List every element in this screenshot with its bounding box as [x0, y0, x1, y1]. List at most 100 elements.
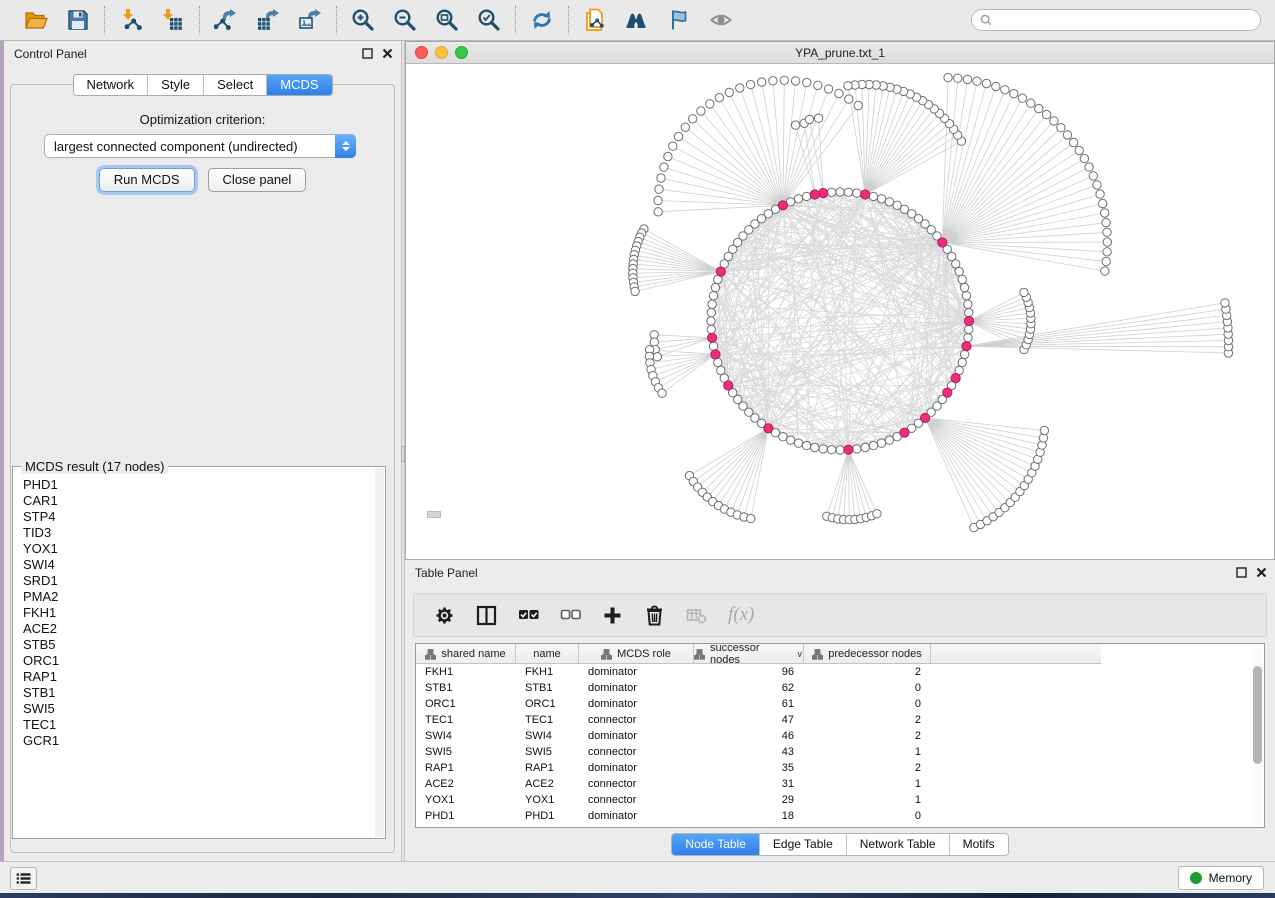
mcds-hub-node[interactable]	[844, 445, 853, 454]
mcds-hub-node[interactable]	[724, 381, 733, 390]
tab-style[interactable]: Style	[148, 75, 204, 95]
binoculars-icon[interactable]	[623, 6, 651, 34]
import-table-icon[interactable]	[159, 6, 187, 34]
table-cell: STB1	[416, 680, 516, 696]
refresh-icon[interactable]	[528, 6, 556, 34]
mcds-result-scrollbar[interactable]	[375, 468, 384, 837]
mcds-result-node[interactable]: SWI5	[14, 701, 375, 717]
horizontal-splitter-grip[interactable]	[427, 511, 441, 518]
mcds-hub-node[interactable]	[943, 388, 952, 397]
export-image-icon[interactable]	[296, 6, 324, 34]
memory-button[interactable]: Memory	[1178, 866, 1264, 890]
mcds-hub-node[interactable]	[938, 238, 947, 247]
close-panel-icon[interactable]	[1256, 567, 1267, 578]
export-network-icon[interactable]	[212, 6, 240, 34]
table-row[interactable]: TEC1TEC1connector472	[416, 712, 1264, 728]
mcds-hub-node[interactable]	[921, 413, 930, 422]
mcds-hub-node[interactable]	[964, 316, 973, 325]
table-scrollbar-thumb[interactable]	[1253, 666, 1262, 764]
mcds-hub-node[interactable]	[764, 424, 773, 433]
mcds-result-node[interactable]: FKH1	[14, 605, 375, 621]
zoom-out-icon[interactable]	[391, 6, 419, 34]
table-row[interactable]: ACE2ACE2connector311	[416, 776, 1264, 792]
mcds-result-node[interactable]: SWI4	[14, 557, 375, 573]
delete-column-icon[interactable]	[644, 605, 665, 626]
mcds-hub-node[interactable]	[778, 201, 787, 210]
column-header-name[interactable]: name	[516, 644, 579, 664]
float-panel-icon[interactable]	[1236, 567, 1247, 578]
tab-network[interactable]: Network	[73, 75, 148, 95]
zoom-in-icon[interactable]	[349, 6, 377, 34]
show-columns-icon[interactable]	[476, 605, 497, 626]
table-row[interactable]: PHD1PHD1dominator180	[416, 808, 1264, 824]
column-header-successor-nodes[interactable]: successor nodes∨	[694, 644, 804, 664]
close-panel-button[interactable]: Close panel	[208, 168, 307, 192]
table-scrollbar-track[interactable]	[1253, 646, 1262, 825]
tab-node-table[interactable]: Node Table	[672, 834, 760, 855]
mcds-result-node[interactable]: TEC1	[14, 717, 375, 733]
mcds-result-node[interactable]: SRD1	[14, 573, 375, 589]
table-row[interactable]: RAP1RAP1dominator352	[416, 760, 1264, 776]
mcds-result-node[interactable]: STB5	[14, 637, 375, 653]
export-table-icon[interactable]	[254, 6, 282, 34]
mcds-result-node[interactable]: TID3	[14, 525, 375, 541]
mcds-result-node[interactable]: PHD1	[14, 477, 375, 493]
table-row[interactable]: SWI5SWI5connector431	[416, 744, 1264, 760]
run-mcds-button[interactable]: Run MCDS	[99, 168, 195, 192]
mcds-result-node[interactable]: YOX1	[14, 541, 375, 557]
network-graph[interactable]	[406, 64, 1274, 559]
import-network-icon[interactable]	[117, 6, 145, 34]
network-window-titlebar: YPA_prune.txt_1	[406, 42, 1274, 64]
mcds-result-node[interactable]: STB1	[14, 685, 375, 701]
mcds-hub-node[interactable]	[951, 374, 960, 383]
tab-edge-table[interactable]: Edge Table	[760, 834, 847, 855]
mcds-result-node[interactable]: STP4	[14, 509, 375, 525]
mcds-hub-node[interactable]	[819, 189, 828, 198]
settings-gear-icon[interactable]	[434, 605, 455, 626]
mcds-result-node[interactable]: GCR1	[14, 733, 375, 749]
column-header-MCDS-role[interactable]: MCDS role	[579, 644, 694, 664]
mcds-hub-node[interactable]	[861, 190, 870, 199]
zoom-fit-icon[interactable]	[433, 6, 461, 34]
unselect-all-icon[interactable]	[560, 605, 581, 626]
mcds-hub-node[interactable]	[708, 333, 717, 342]
table-row[interactable]: ORC1ORC1dominator610	[416, 696, 1264, 712]
float-panel-icon[interactable]	[362, 48, 373, 59]
mcds-hub-node[interactable]	[711, 350, 720, 359]
table-row[interactable]: FKH1FKH1dominator962	[416, 664, 1264, 680]
mcds-hub-node[interactable]	[810, 190, 819, 199]
zoom-selected-icon[interactable]	[475, 6, 503, 34]
table-row[interactable]: STB1STB1dominator620	[416, 680, 1264, 696]
save-icon[interactable]	[64, 6, 92, 34]
open-file-icon[interactable]	[22, 6, 50, 34]
select-all-icon[interactable]	[518, 605, 539, 626]
mcds-hub-node[interactable]	[716, 267, 725, 276]
network-document-icon[interactable]	[581, 6, 609, 34]
table-row[interactable]: SWI4SWI4dominator462	[416, 728, 1264, 744]
table-row[interactable]: YOX1YOX1connector291	[416, 792, 1264, 808]
mcds-result-node[interactable]: CAR1	[14, 493, 375, 509]
delete-table-icon	[686, 605, 707, 626]
add-column-icon[interactable]	[602, 605, 623, 626]
optimization-criterion-dropdown[interactable]: largest connected component (undirected)	[44, 134, 356, 158]
search-input[interactable]	[997, 13, 1252, 27]
tab-network-table[interactable]: Network Table	[847, 834, 950, 855]
tab-mcds[interactable]: MCDS	[267, 75, 331, 95]
hide-flag-icon[interactable]	[665, 6, 693, 34]
network-canvas[interactable]	[406, 64, 1274, 559]
mcds-hub-node[interactable]	[900, 428, 909, 437]
mcds-result-node[interactable]: RAP1	[14, 669, 375, 685]
search-box[interactable]	[971, 9, 1261, 31]
tab-select[interactable]: Select	[204, 75, 267, 95]
tab-motifs[interactable]: Motifs	[950, 834, 1008, 855]
mcds-result-node[interactable]: PMA2	[14, 589, 375, 605]
column-header-predecessor-nodes[interactable]: predecessor nodes	[804, 644, 931, 664]
task-history-button[interactable]	[10, 867, 37, 890]
table-cell: TEC1	[416, 712, 516, 728]
mcds-result-node[interactable]: ACE2	[14, 621, 375, 637]
column-header-shared-name[interactable]: shared name	[416, 644, 516, 664]
mcds-hub-node[interactable]	[962, 342, 971, 351]
show-eye-icon[interactable]	[707, 6, 735, 34]
close-panel-icon[interactable]	[382, 48, 393, 59]
mcds-result-node[interactable]: ORC1	[14, 653, 375, 669]
